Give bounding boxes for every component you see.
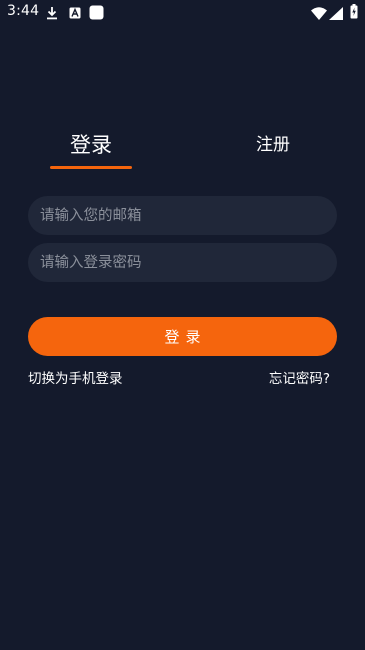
switch-phone-login-link[interactable]: 切换为手机登录 (28, 370, 123, 388)
tab-register[interactable]: 注册 (232, 131, 314, 171)
status-bar: 3:44 (0, 0, 365, 26)
download-icon (46, 5, 58, 24)
tab-register-label: 注册 (256, 135, 290, 155)
status-time: 3:44 (7, 3, 40, 19)
password-field-container (28, 243, 337, 282)
password-input[interactable] (28, 243, 337, 282)
forgot-password-link[interactable]: 忘记密码? (269, 370, 330, 388)
tab-login-label: 登录 (70, 133, 112, 157)
wifi-icon (311, 5, 327, 24)
active-tab-indicator (50, 166, 132, 169)
login-button[interactable]: 登录 (28, 317, 337, 356)
app-square-icon (89, 5, 104, 24)
email-input[interactable] (28, 196, 337, 235)
battery-charging-icon (350, 4, 358, 23)
tab-login[interactable]: 登录 (50, 131, 132, 171)
cell-signal-icon (329, 5, 343, 24)
a-badge-icon (69, 5, 81, 24)
login-screen: 3:44 登录 注册 请输入您的邮箱 登录 切换为手机登录 忘记密码? (0, 0, 365, 650)
email-field-container (28, 196, 337, 235)
